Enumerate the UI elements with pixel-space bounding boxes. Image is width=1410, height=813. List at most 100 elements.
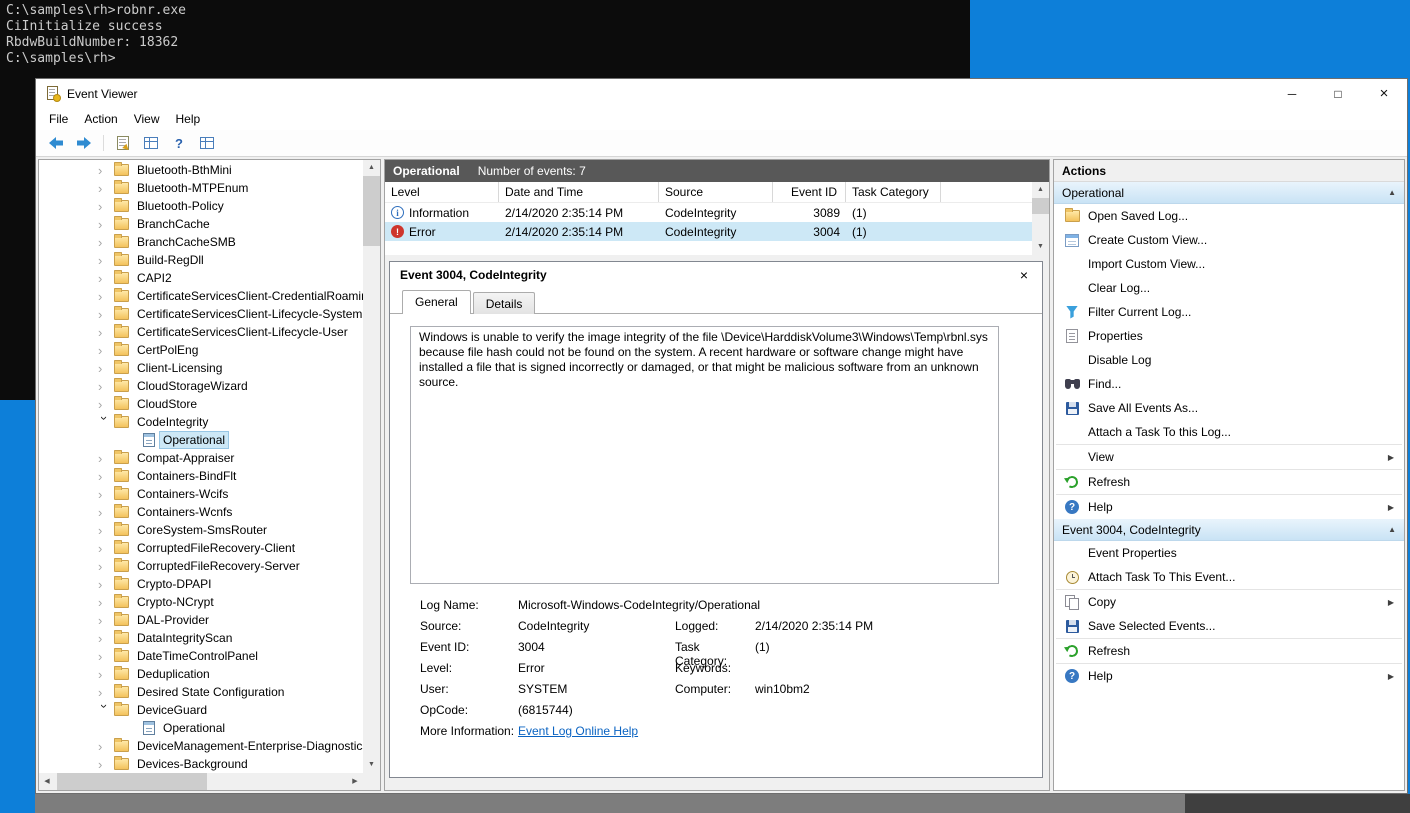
action-save-selected-events[interactable]: Save Selected Events... bbox=[1054, 614, 1404, 638]
action-view[interactable]: View▶ bbox=[1054, 445, 1404, 469]
tree-item-dal-provider[interactable]: ›DAL-Provider bbox=[39, 611, 363, 629]
tree-item-certificateservicesclient-credentialroaming[interactable]: ›CertificateServicesClient-CredentialRoa… bbox=[39, 287, 363, 305]
close-button[interactable]: × bbox=[1361, 79, 1407, 108]
chevron-collapsed-icon[interactable]: › bbox=[98, 758, 111, 771]
column-header-level[interactable]: Level bbox=[385, 182, 499, 202]
tree-item-dataintegrityscan[interactable]: ›DataIntegrityScan bbox=[39, 629, 363, 647]
scrollbar-thumb[interactable] bbox=[1032, 198, 1049, 214]
tree-item-bluetooth-bthmini[interactable]: ›Bluetooth-BthMini bbox=[39, 161, 363, 179]
action-properties[interactable]: Properties bbox=[1054, 324, 1404, 348]
tree-item-crypto-dpapi[interactable]: ›Crypto-DPAPI bbox=[39, 575, 363, 593]
menu-action[interactable]: Action bbox=[76, 109, 125, 129]
tree-item-client-licensing[interactable]: ›Client-Licensing bbox=[39, 359, 363, 377]
actions-section-header-event-3004-codeintegrity[interactable]: Event 3004, CodeIntegrity▲ bbox=[1054, 519, 1404, 541]
action-copy[interactable]: Copy▶ bbox=[1054, 590, 1404, 614]
tree-item-branchcache[interactable]: ›BranchCache bbox=[39, 215, 363, 233]
scroll-down-icon[interactable]: ▼ bbox=[363, 757, 380, 773]
tree-item-bluetooth-mtpenum[interactable]: ›Bluetooth-MTPEnum bbox=[39, 179, 363, 197]
tree-item-build-regdll[interactable]: ›Build-RegDll bbox=[39, 251, 363, 269]
chevron-collapsed-icon[interactable]: › bbox=[98, 650, 111, 663]
tree-item-crypto-ncrypt[interactable]: ›Crypto-NCrypt bbox=[39, 593, 363, 611]
action-clear-log[interactable]: Clear Log... bbox=[1054, 276, 1404, 300]
tree-item-devicemanagement-enterprise-diagnostics-provider[interactable]: ›DeviceManagement-Enterprise-Diagnostics… bbox=[39, 737, 363, 755]
action-help[interactable]: ?Help▶ bbox=[1054, 664, 1404, 688]
tree-item-operational[interactable]: Operational bbox=[39, 431, 363, 449]
action-refresh[interactable]: Refresh bbox=[1054, 470, 1404, 494]
chevron-collapsed-icon[interactable]: › bbox=[98, 398, 111, 411]
tree-item-codeintegrity[interactable]: ›CodeIntegrity bbox=[39, 413, 363, 431]
action-open-saved-log[interactable]: Open Saved Log... bbox=[1054, 204, 1404, 228]
tree-item-deviceguard[interactable]: ›DeviceGuard bbox=[39, 701, 363, 719]
scroll-up-icon[interactable]: ▲ bbox=[363, 160, 380, 176]
tree-item-operational[interactable]: Operational bbox=[39, 719, 363, 737]
tree-item-coresystem-smsrouter[interactable]: ›CoreSystem-SmsRouter bbox=[39, 521, 363, 539]
tree-vertical-scrollbar[interactable]: ▲ ▼ bbox=[363, 160, 380, 773]
column-header-date-and-time[interactable]: Date and Time bbox=[499, 182, 659, 202]
title-bar[interactable]: Event Viewer ─ □ × bbox=[36, 79, 1407, 108]
chevron-collapsed-icon[interactable]: › bbox=[98, 182, 111, 195]
menu-help[interactable]: Help bbox=[168, 109, 209, 129]
chevron-collapsed-icon[interactable]: › bbox=[98, 218, 111, 231]
tree-item-corruptedfilerecovery-client[interactable]: ›CorruptedFileRecovery-Client bbox=[39, 539, 363, 557]
action-attach-task-to-this-event[interactable]: Attach Task To This Event... bbox=[1054, 565, 1404, 589]
chevron-collapsed-icon[interactable]: › bbox=[98, 380, 111, 393]
chevron-collapsed-icon[interactable]: › bbox=[98, 290, 111, 303]
help-button[interactable]: ? bbox=[167, 132, 191, 154]
tree-item-containers-bindflt[interactable]: ›Containers-BindFlt bbox=[39, 467, 363, 485]
show-action-pane-button[interactable] bbox=[195, 132, 219, 154]
scroll-left-icon[interactable]: ◀ bbox=[39, 773, 55, 790]
actions-section-header-operational[interactable]: Operational▲ bbox=[1054, 182, 1404, 204]
action-filter-current-log[interactable]: Filter Current Log... bbox=[1054, 300, 1404, 324]
tree-item-corruptedfilerecovery-server[interactable]: ›CorruptedFileRecovery-Server bbox=[39, 557, 363, 575]
chevron-collapsed-icon[interactable]: › bbox=[98, 596, 111, 609]
chevron-collapsed-icon[interactable]: › bbox=[98, 740, 111, 753]
tree-item-bluetooth-policy[interactable]: ›Bluetooth-Policy bbox=[39, 197, 363, 215]
event-row-3004[interactable]: !Error2/14/2020 2:35:14 PMCodeIntegrity3… bbox=[385, 222, 1049, 241]
column-header-source[interactable]: Source bbox=[659, 182, 773, 202]
tree-item-capi2[interactable]: ›CAPI2 bbox=[39, 269, 363, 287]
chevron-collapsed-icon[interactable]: › bbox=[98, 668, 111, 681]
tree-item-containers-wcnfs[interactable]: ›Containers-Wcnfs bbox=[39, 503, 363, 521]
menu-file[interactable]: File bbox=[41, 109, 76, 129]
tree-item-certificateservicesclient-lifecycle-user[interactable]: ›CertificateServicesClient-Lifecycle-Use… bbox=[39, 323, 363, 341]
column-header-event-id[interactable]: Event ID bbox=[773, 182, 846, 202]
chevron-collapsed-icon[interactable]: › bbox=[98, 686, 111, 699]
tree-item-datetimecontrolpanel[interactable]: ›DateTimeControlPanel bbox=[39, 647, 363, 665]
chevron-collapsed-icon[interactable]: › bbox=[98, 344, 111, 357]
chevron-collapsed-icon[interactable]: › bbox=[98, 542, 111, 555]
action-find[interactable]: Find... bbox=[1054, 372, 1404, 396]
tree-horizontal-scrollbar[interactable]: ◀ ▶ bbox=[39, 773, 363, 790]
chevron-collapsed-icon[interactable]: › bbox=[98, 506, 111, 519]
chevron-expanded-icon[interactable]: › bbox=[98, 416, 111, 429]
action-import-custom-view[interactable]: Import Custom View... bbox=[1054, 252, 1404, 276]
tree-item-desired-state-configuration[interactable]: ›Desired State Configuration bbox=[39, 683, 363, 701]
preview-close-icon[interactable]: × bbox=[1016, 267, 1032, 283]
chevron-collapsed-icon[interactable]: › bbox=[98, 524, 111, 537]
scrollbar-thumb[interactable] bbox=[363, 176, 380, 246]
show-console-tree-button[interactable] bbox=[139, 132, 163, 154]
chevron-collapsed-icon[interactable]: › bbox=[98, 632, 111, 645]
chevron-collapsed-icon[interactable]: › bbox=[98, 614, 111, 627]
chevron-collapsed-icon[interactable]: › bbox=[98, 200, 111, 213]
tree-item-devices-background[interactable]: ›Devices-Background bbox=[39, 755, 363, 773]
chevron-collapsed-icon[interactable]: › bbox=[98, 236, 111, 249]
action-refresh[interactable]: Refresh bbox=[1054, 639, 1404, 663]
tree-item-certificateservicesclient-lifecycle-system[interactable]: ›CertificateServicesClient-Lifecycle-Sys… bbox=[39, 305, 363, 323]
chevron-expanded-icon[interactable]: › bbox=[98, 704, 111, 717]
chevron-collapsed-icon[interactable]: › bbox=[98, 326, 111, 339]
tree-item-branchcachesmb[interactable]: ›BranchCacheSMB bbox=[39, 233, 363, 251]
action-help[interactable]: ?Help▶ bbox=[1054, 495, 1404, 519]
export-log-button[interactable] bbox=[111, 132, 135, 154]
chevron-collapsed-icon[interactable]: › bbox=[98, 488, 111, 501]
tab-details[interactable]: Details bbox=[473, 292, 536, 314]
action-save-all-events-as[interactable]: Save All Events As... bbox=[1054, 396, 1404, 420]
chevron-collapsed-icon[interactable]: › bbox=[98, 272, 111, 285]
action-disable-log[interactable]: Disable Log bbox=[1054, 348, 1404, 372]
tree-item-containers-wcifs[interactable]: ›Containers-Wcifs bbox=[39, 485, 363, 503]
list-vertical-scrollbar[interactable]: ▲ ▼ bbox=[1032, 182, 1049, 255]
maximize-button[interactable]: □ bbox=[1315, 79, 1361, 108]
chevron-collapsed-icon[interactable]: › bbox=[98, 452, 111, 465]
action-event-properties[interactable]: Event Properties bbox=[1054, 541, 1404, 565]
tree-item-compat-appraiser[interactable]: ›Compat-Appraiser bbox=[39, 449, 363, 467]
scrollbar-thumb[interactable] bbox=[57, 773, 207, 790]
